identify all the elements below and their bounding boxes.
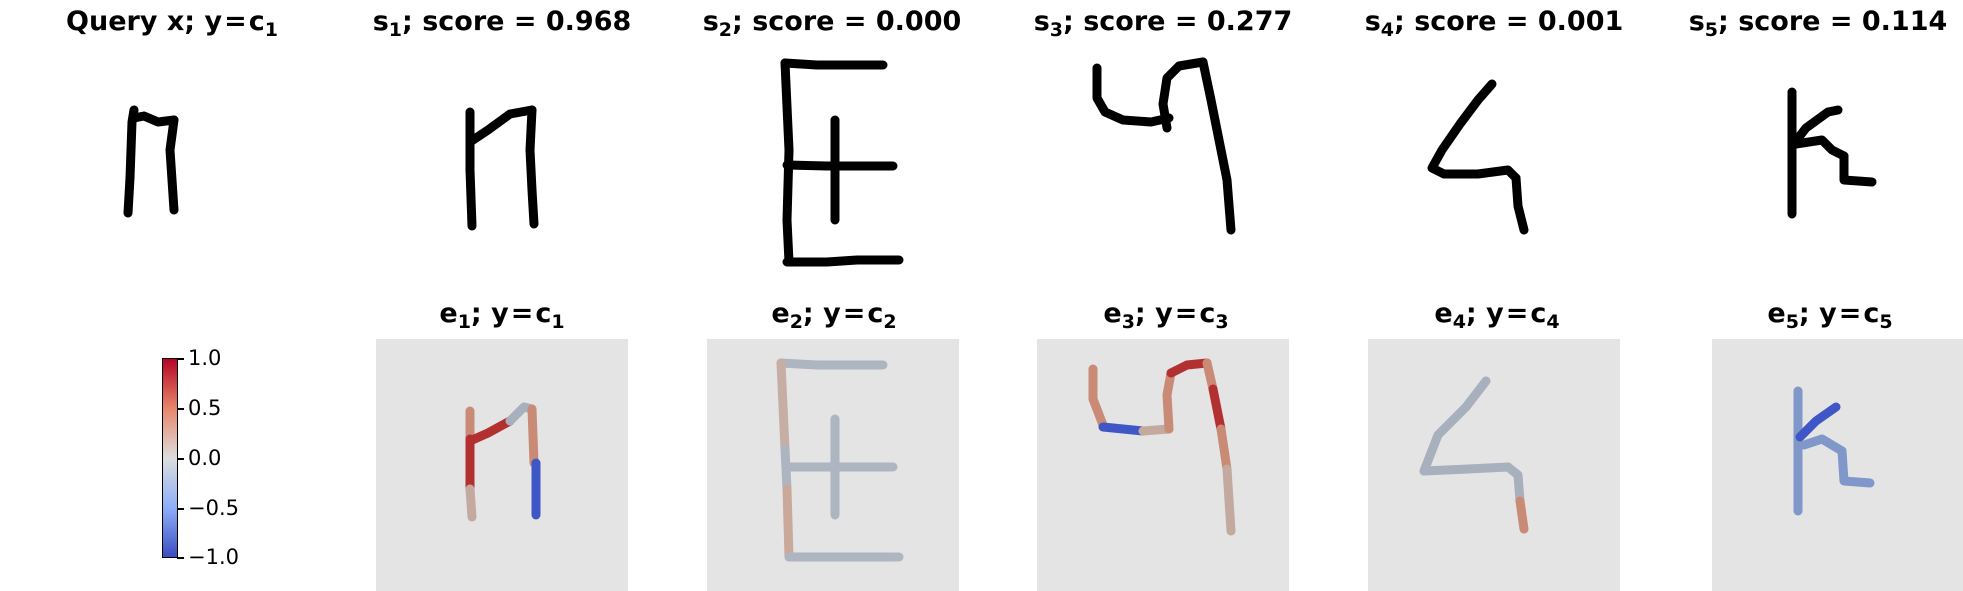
explanation-heatmap-3 xyxy=(1088,358,1236,536)
explanation-title-sub: 5 xyxy=(1785,311,1799,333)
sample-title-sub: 2 xyxy=(718,19,733,41)
sample-glyph-4 xyxy=(1427,79,1529,235)
sample-title-sub: 5 xyxy=(1704,19,1719,41)
explanation-title-2: e2; y=c2 xyxy=(771,298,896,333)
sample-glyph-2 xyxy=(780,58,904,267)
explanation-title-rhs-sub: 2 xyxy=(883,311,897,333)
sample-title-symbol: s xyxy=(372,6,389,37)
explanation-title-rest: ; y xyxy=(1134,298,1173,329)
explanation-panel-2 xyxy=(707,339,959,591)
explanation-panel-1 xyxy=(376,339,628,591)
colorbar-tick xyxy=(177,557,184,559)
colorbar-tick-label: −1.0 xyxy=(188,545,239,569)
sample-title-rest: ; score = 0.114 xyxy=(1718,6,1948,37)
sample-title-sub: 3 xyxy=(1049,19,1064,41)
colorbar-tick xyxy=(177,458,184,460)
sample-title-1: s1; score = 0.968 xyxy=(372,6,632,41)
sample-title-symbol: s xyxy=(1033,6,1050,37)
colorbar xyxy=(162,358,178,558)
explanation-heatmap-1 xyxy=(465,402,541,522)
explanation-title-sub: 1 xyxy=(457,311,471,333)
explanation-title-rhs-sub: 5 xyxy=(1879,311,1893,333)
colorbar-tick-label: −0.5 xyxy=(188,496,239,520)
sample-title-rest: ; score = 0.277 xyxy=(1063,6,1293,37)
explanation-title-3: e3; y=c3 xyxy=(1103,298,1228,333)
explanation-title-rhs: c xyxy=(1863,298,1880,329)
explanation-title-symbol: e xyxy=(1767,298,1786,329)
explanation-title-rhs: c xyxy=(1530,298,1547,329)
colorbar-tick xyxy=(177,508,184,510)
explanation-title-rhs: c xyxy=(1199,298,1216,329)
explanation-title-rhs: c xyxy=(535,298,552,329)
sample-title-rest: ; score = 0.968 xyxy=(402,6,632,37)
explanation-title-4: e4; y=c4 xyxy=(1434,298,1559,333)
explanation-title-sub: 3 xyxy=(1121,311,1135,333)
explanation-title-rest: ; y xyxy=(1798,298,1837,329)
explanation-title-eq: = xyxy=(1505,298,1529,329)
sample-glyph-1 xyxy=(465,105,539,231)
explanation-title-symbol: e xyxy=(771,298,790,329)
query-title-rhs: c xyxy=(248,6,265,37)
explanation-title-symbol: e xyxy=(439,298,458,329)
query-title-rest: ; y xyxy=(184,6,223,37)
explanation-panel-5 xyxy=(1712,339,1963,591)
explanation-panel-4 xyxy=(1368,339,1620,591)
explanation-title-symbol: e xyxy=(1103,298,1122,329)
explanation-title-symbol: e xyxy=(1434,298,1453,329)
sample-title-5: s5; score = 0.114 xyxy=(1688,6,1948,41)
sample-title-2: s2; score = 0.000 xyxy=(702,6,962,41)
query-title-eq: = xyxy=(224,6,247,37)
explanation-title-rhs-sub: 4 xyxy=(1546,311,1560,333)
sample-title-symbol: s xyxy=(702,6,719,37)
sample-glyph-5 xyxy=(1787,87,1877,219)
explanation-heatmap-5 xyxy=(1793,386,1875,516)
explanation-title-5: e5; y=c5 xyxy=(1767,298,1892,333)
colorbar-tick xyxy=(177,358,184,360)
explanation-title-1: e1; y=c1 xyxy=(439,298,564,333)
query-title-symbol: Query x xyxy=(66,6,185,37)
colorbar-tick-label: 1.0 xyxy=(188,346,222,370)
explanation-heatmap-2 xyxy=(776,358,904,562)
sample-title-sub: 1 xyxy=(388,19,403,41)
sample-title-rest: ; score = 0.000 xyxy=(732,6,962,37)
colorbar-tick xyxy=(177,408,184,410)
explanation-title-eq: = xyxy=(1174,298,1198,329)
sample-title-sub: 4 xyxy=(1380,19,1395,41)
colorbar-tick-label: 0.5 xyxy=(188,396,222,420)
explanation-title-eq: = xyxy=(842,298,866,329)
query-title-rhs-sub: 1 xyxy=(264,19,278,41)
explanation-title-eq: = xyxy=(510,298,534,329)
query-title: Query x; y=c1 xyxy=(66,6,278,41)
sample-title-3: s3; score = 0.277 xyxy=(1033,6,1293,41)
explanation-heatmap-4 xyxy=(1419,376,1529,534)
sample-title-symbol: s xyxy=(1688,6,1705,37)
explanation-title-rhs: c xyxy=(867,298,884,329)
explanation-title-rhs-sub: 1 xyxy=(551,311,565,333)
query-glyph xyxy=(123,105,179,218)
explanation-title-rest: ; y xyxy=(470,298,509,329)
explanation-title-eq: = xyxy=(1838,298,1862,329)
explanation-title-rhs-sub: 3 xyxy=(1215,311,1229,333)
sample-glyph-3 xyxy=(1092,57,1236,235)
explanation-title-sub: 2 xyxy=(789,311,803,333)
explanation-title-sub: 4 xyxy=(1452,311,1466,333)
colorbar-tick-label: 0.0 xyxy=(188,446,222,470)
sample-title-4: s4; score = 0.001 xyxy=(1364,6,1624,41)
sample-title-symbol: s xyxy=(1364,6,1381,37)
explanation-title-rest: ; y xyxy=(1465,298,1504,329)
explanation-title-rest: ; y xyxy=(802,298,841,329)
sample-title-rest: ; score = 0.001 xyxy=(1394,6,1624,37)
explanation-panel-3 xyxy=(1037,339,1289,591)
